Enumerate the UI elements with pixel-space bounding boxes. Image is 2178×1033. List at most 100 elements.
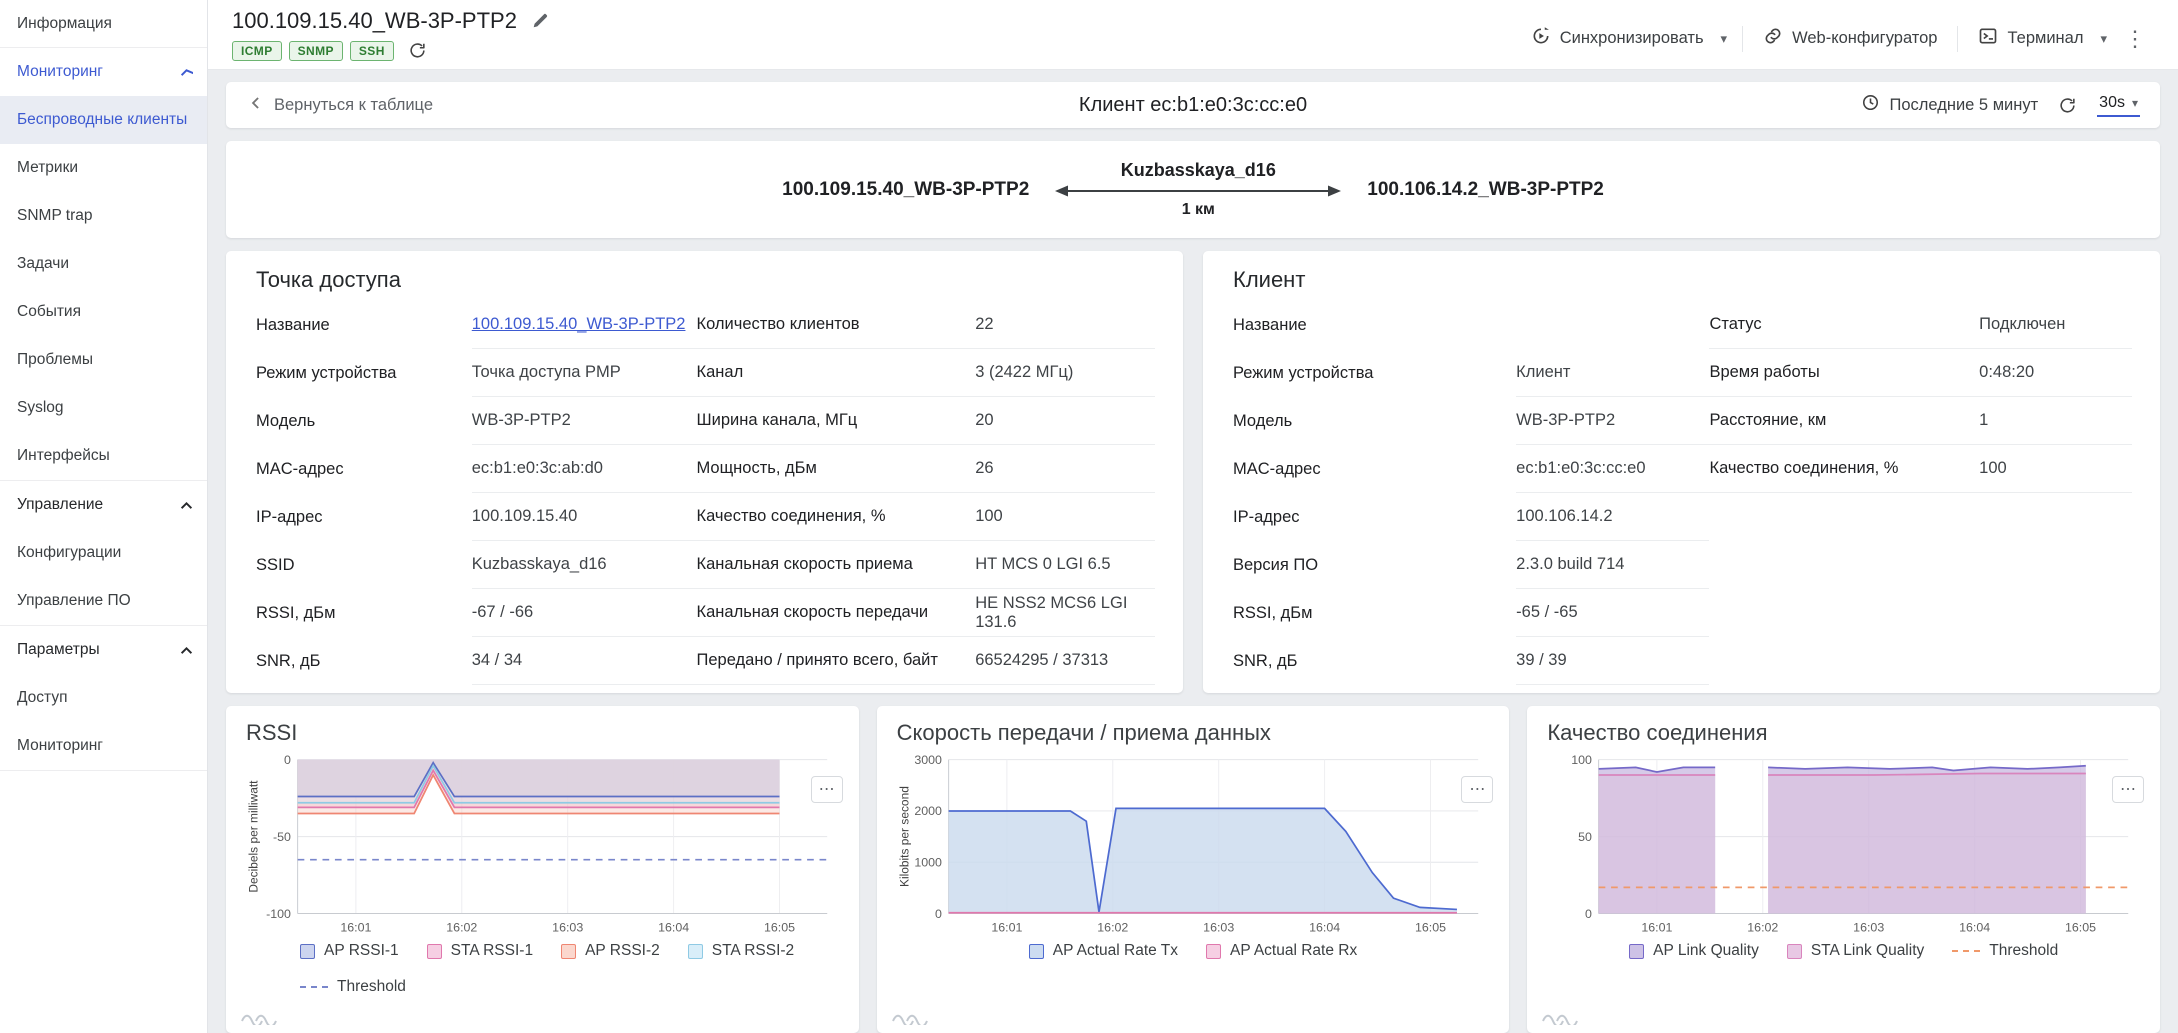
- sync-dropdown-button[interactable]: ▾: [1716, 23, 1733, 55]
- link-icon: [1763, 26, 1783, 51]
- svg-text:0: 0: [1585, 907, 1592, 921]
- sidebar-item[interactable]: Управление ПО: [0, 577, 207, 625]
- sidebar-group-header-monitoring[interactable]: Мониторинг: [0, 48, 207, 96]
- sidebar-item[interactable]: Мониторинг: [0, 722, 207, 770]
- svg-text:16:05: 16:05: [1415, 921, 1446, 935]
- field-value[interactable]: 100.109.15.40_WB-3P-PTP2: [472, 301, 697, 349]
- sidebar-item[interactable]: Интерфейсы: [0, 432, 207, 480]
- sidebar-item[interactable]: Доступ: [0, 674, 207, 722]
- chart-menu-button[interactable]: ⋯: [1461, 776, 1493, 803]
- legend-item[interactable]: AP RSSI-2: [561, 942, 660, 960]
- terminal-icon: [1978, 26, 1998, 51]
- access-point-card: Точка доступа Название 100.109.15.40_WB-…: [226, 251, 1183, 693]
- sync-button[interactable]: Синхронизировать: [1521, 18, 1714, 59]
- field-value: ec:b1:e0:3c:cc:e0: [1516, 445, 1709, 493]
- field-label: [1709, 637, 1979, 685]
- legend-item[interactable]: Threshold: [1952, 942, 2058, 960]
- chevron-left-icon: [246, 93, 266, 118]
- field-label: [1709, 493, 1979, 541]
- chevron-up-icon: [180, 501, 193, 510]
- legend-item[interactable]: STA RSSI-1: [427, 942, 533, 960]
- field-value: 100.106.14.2: [1516, 493, 1709, 541]
- client-page-title: Клиент ec:b1:e0:3c:cc:e0: [1079, 94, 1307, 117]
- legend-item[interactable]: AP Link Quality: [1629, 942, 1759, 960]
- edit-icon[interactable]: [529, 10, 551, 32]
- svg-text:16:03: 16:03: [1854, 921, 1885, 935]
- availability-refresh-icon[interactable]: [406, 39, 429, 62]
- table-row: Название Статус Подключен: [1233, 301, 2132, 349]
- legend-item[interactable]: AP Actual Rate Rx: [1206, 942, 1357, 960]
- field-value: 100: [1979, 445, 2132, 493]
- legend-item[interactable]: AP Actual Rate Tx: [1029, 942, 1178, 960]
- chevron-up-icon: [180, 646, 193, 655]
- svg-text:50: 50: [1578, 830, 1592, 844]
- refresh-icon[interactable]: [2056, 94, 2079, 117]
- sidebar-item[interactable]: Syslog: [0, 384, 207, 432]
- field-value: Подключен: [1979, 301, 2132, 349]
- field-value: 0:48:20: [1979, 349, 2132, 397]
- sidebar-group-header-management[interactable]: Управление: [0, 481, 207, 529]
- chart-menu-button[interactable]: ⋯: [2112, 776, 2144, 803]
- field-value: 66524295 / 37313: [975, 637, 1155, 685]
- legend-item[interactable]: AP RSSI-1: [300, 942, 399, 960]
- chart-menu-button[interactable]: ⋯: [811, 776, 843, 803]
- legend-label: Threshold: [1989, 942, 2058, 960]
- field-label: SNR, дБ: [256, 637, 472, 685]
- sidebar-item[interactable]: Проблемы: [0, 336, 207, 384]
- time-range-label: Последние 5 минут: [1889, 96, 2038, 115]
- legend-label: AP RSSI-1: [324, 942, 399, 960]
- amcharts-logo: [891, 1009, 931, 1025]
- svg-text:16:04: 16:04: [1309, 921, 1340, 935]
- sidebar-item[interactable]: Задачи: [0, 240, 207, 288]
- web-configurator-button[interactable]: Web-конфигуратор: [1753, 18, 1947, 59]
- client-card: Клиент Название Статус Подключен: [1203, 251, 2160, 693]
- legend-item[interactable]: STA Link Quality: [1787, 942, 1924, 960]
- field-value: [1516, 301, 1709, 349]
- double-arrow-icon: [1053, 184, 1343, 198]
- sidebar-group-management: Управление Конфигурации Управление ПО: [0, 481, 207, 626]
- sidebar: Информация Мониторинг Беспроводные клиен…: [0, 0, 208, 1033]
- left-device-name[interactable]: 100.109.15.40_WB-3P-PTP2: [782, 179, 1029, 201]
- chart-title: Качество соединения: [1547, 720, 2140, 746]
- field-value: WB-3P-PTP2: [1516, 397, 1709, 445]
- field-value: -67 / -66: [472, 589, 697, 637]
- content-area: Вернуться к таблице Клиент ec:b1:e0:3c:c…: [208, 70, 2178, 1033]
- svg-text:2000: 2000: [914, 804, 942, 818]
- field-label: Время работы: [1709, 349, 1979, 397]
- legend-label: STA RSSI-1: [451, 942, 533, 960]
- time-range-button[interactable]: Последние 5 минут: [1861, 93, 2038, 117]
- sidebar-item[interactable]: Метрики: [0, 144, 207, 192]
- right-device-name[interactable]: 100.106.14.2_WB-3P-PTP2: [1367, 179, 1604, 201]
- svg-text:16:02: 16:02: [1097, 921, 1128, 935]
- client-toolbar: Вернуться к таблице Клиент ec:b1:e0:3c:c…: [226, 82, 2160, 128]
- sidebar-item[interactable]: Конфигурации: [0, 529, 207, 577]
- field-label: MAC-адрес: [256, 445, 472, 493]
- sidebar-item[interactable]: SNMP trap: [0, 192, 207, 240]
- sidebar-item[interactable]: События: [0, 288, 207, 336]
- terminal-dropdown-button[interactable]: ▾: [2095, 23, 2112, 55]
- svg-text:16:04: 16:04: [658, 921, 689, 935]
- terminal-button[interactable]: Терминал: [1968, 18, 2093, 59]
- ap-card-title: Точка доступа: [256, 267, 1155, 293]
- field-label: IP-адрес: [1233, 493, 1516, 541]
- field-label: Количество клиентов: [697, 301, 976, 349]
- chart-title: Скорость передачи / приема данных: [897, 720, 1490, 746]
- legend-item[interactable]: STA RSSI-2: [688, 942, 794, 960]
- field-value: -65 / -65: [1516, 589, 1709, 637]
- field-label: Режим устройства: [256, 349, 472, 397]
- field-label: Канальная скорость приема: [697, 541, 976, 589]
- sidebar-group-label: Параметры: [17, 641, 100, 659]
- sync-icon: [1531, 26, 1551, 51]
- back-to-table-button[interactable]: Вернуться к таблице: [246, 93, 433, 118]
- svg-text:3000: 3000: [914, 753, 942, 767]
- main-area: 100.109.15.40_WB-3P-PTP2 ICMP SNMP SSH: [208, 0, 2178, 1033]
- refresh-interval-select[interactable]: 30s ▾: [2097, 93, 2140, 117]
- legend-item[interactable]: Threshold: [300, 978, 406, 996]
- protocol-badge: SNMP: [289, 41, 343, 61]
- sidebar-group-header-parameters[interactable]: Параметры: [0, 626, 207, 674]
- more-menu-button[interactable]: ⋮: [2114, 26, 2156, 52]
- svg-text:16:01: 16:01: [991, 921, 1022, 935]
- sidebar-item[interactable]: Беспроводные клиенты: [0, 96, 207, 144]
- sidebar-item-information[interactable]: Информация: [0, 0, 207, 48]
- table-row: SNR, дБ 34 / 34 Передано / принято всего…: [256, 637, 1155, 685]
